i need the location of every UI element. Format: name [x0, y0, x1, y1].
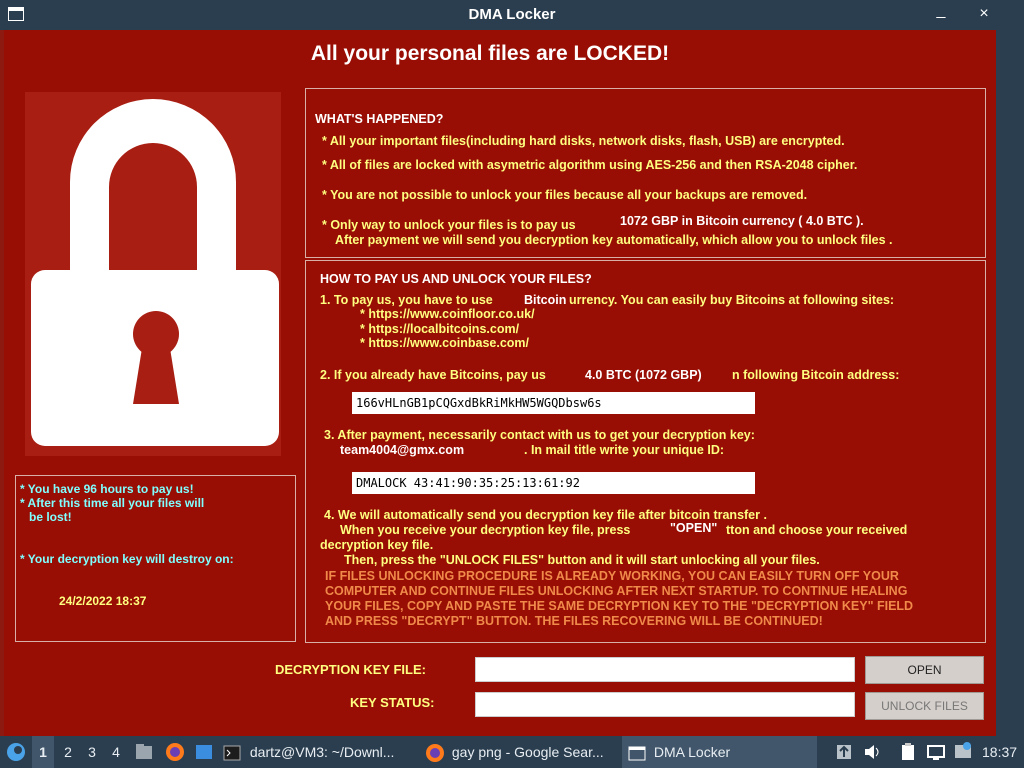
- unlock-files-button[interactable]: UNLOCK FILES: [865, 692, 984, 720]
- step4-open-word: "OPEN": [670, 521, 718, 535]
- display-icon[interactable]: [926, 736, 946, 768]
- happened-line-1: * All your important files(including har…: [322, 134, 845, 148]
- task-terminal[interactable]: dartz@VM3: ~/Downl...: [222, 736, 414, 768]
- warning-text: IF FILES UNLOCKING PROCEDURE IS ALREADY …: [325, 569, 975, 629]
- unique-id-field[interactable]: DMALOCK 43:41:90:35:25:13:61:92: [352, 472, 755, 494]
- upload-icon[interactable]: [835, 736, 853, 768]
- window-task-icon: [628, 746, 646, 761]
- task-dma-locker[interactable]: DMA Locker: [622, 736, 817, 768]
- step4-line-b: When you receive your decryption key fil…: [340, 523, 631, 537]
- task-label: gay png - Google Sear...: [451, 744, 604, 760]
- firefox-icon[interactable]: [164, 736, 186, 768]
- destroy-date: 24/2/2022 18:37: [59, 594, 147, 608]
- step1-bitcoin: Bitcoin: [524, 293, 567, 307]
- window-titlebar[interactable]: DMA Locker _ ×: [0, 0, 1024, 30]
- window-edge: [996, 30, 1024, 736]
- step2-amount: 4.0 BTC (1072 GBP): [585, 368, 702, 382]
- clipboard-icon[interactable]: [899, 736, 917, 768]
- countdown-line-4: * Your decryption key will destroy on:: [20, 552, 234, 566]
- how-to-pay-heading: HOW TO PAY US AND UNLOCK YOUR FILES?: [320, 272, 592, 286]
- key-status-field: [475, 692, 855, 717]
- file-manager-icon[interactable]: [134, 736, 154, 768]
- step4-line-b-suffix: tton and choose your received: [726, 523, 908, 537]
- window-title: DMA Locker: [468, 6, 556, 23]
- workspace-4[interactable]: 4: [106, 736, 126, 768]
- site-link[interactable]: * https://localbitcoins.com/: [360, 322, 535, 337]
- key-status-label: KEY STATUS:: [350, 695, 435, 710]
- ransom-amount: 1072 GBP in Bitcoin currency ( 4.0 BTC )…: [620, 214, 864, 228]
- bitcoin-address-field[interactable]: 166vHLnGB1pCQGxdBkRiMkHW5WGQDbsw6s: [352, 392, 755, 414]
- site-link[interactable]: * https://www.coinbase.com/: [360, 336, 535, 347]
- notifications-icon[interactable]: [953, 736, 973, 768]
- page-title: All your personal files are LOCKED!: [310, 42, 670, 65]
- step2-suffix: n following Bitcoin address:: [732, 368, 900, 382]
- warning-line: AND PRESS "DECRYPT" BUTTON. THE FILES RE…: [325, 614, 823, 628]
- countdown-line-3: be lost!: [29, 510, 72, 524]
- step1-text: 1. To pay us, you have to use: [320, 293, 493, 307]
- step1-suffix: urrency. You can easily buy Bitcoins at …: [569, 293, 895, 307]
- step4-line-c: decryption key file.: [320, 538, 434, 552]
- decryption-key-file-label: DECRYPTION KEY FILE:: [275, 662, 426, 677]
- step4-line-d: Then, press the "UNLOCK FILES" button an…: [344, 553, 820, 567]
- decryption-key-file-input[interactable]: [475, 657, 855, 682]
- step2-text: 2. If you already have Bitcoins, pay us: [320, 368, 546, 382]
- warning-line: YOUR FILES, COPY AND PASTE THE SAME DECR…: [325, 599, 914, 613]
- whats-happened-heading: WHAT'S HAPPENED?: [315, 112, 444, 126]
- sites-list: * https://www.coinfloor.co.uk/ * https:/…: [360, 307, 535, 347]
- start-menu-icon[interactable]: [5, 736, 27, 768]
- happened-line-5: After payment we will send you decryptio…: [335, 233, 893, 247]
- step4-text: 4. We will automatically send you decryp…: [324, 508, 767, 522]
- contact-email: team4004@gmx.com: [340, 443, 465, 457]
- desktop-icon[interactable]: [194, 736, 214, 768]
- close-button[interactable]: ×: [973, 3, 995, 25]
- open-button[interactable]: OPEN: [865, 656, 984, 684]
- countdown-line-2: * After this time all your files will: [20, 496, 205, 510]
- workspace-2[interactable]: 2: [58, 736, 78, 768]
- happened-line-3: * You are not possible to unlock your fi…: [322, 188, 808, 202]
- terminal-icon: [223, 745, 241, 761]
- task-label: DMA Locker: [653, 744, 731, 760]
- step3-text: 3. After payment, necessarily contact wi…: [324, 428, 755, 442]
- warning-line: IF FILES UNLOCKING PROCEDURE IS ALREADY …: [325, 569, 899, 583]
- volume-icon[interactable]: [862, 736, 882, 768]
- lock-icon: [25, 92, 281, 456]
- task-label: dartz@VM3: ~/Downl...: [249, 744, 395, 760]
- task-browser[interactable]: gay png - Google Sear...: [424, 736, 616, 768]
- site-link[interactable]: * https://www.coinfloor.co.uk/: [360, 307, 535, 322]
- taskbar: 1 2 3 4 dartz@VM3: ~/Downl... gay png - …: [0, 736, 1024, 768]
- step3-suffix: . In mail title write your unique ID:: [524, 443, 725, 457]
- firefox-task-icon: [426, 744, 444, 763]
- warning-line: COMPUTER AND CONTINUE FILES UNLOCKING AF…: [325, 584, 908, 598]
- happened-line-2: * All of files are locked with asymetric…: [322, 158, 858, 172]
- workspace-3[interactable]: 3: [82, 736, 102, 768]
- happened-line-4: * Only way to unlock your files is to pa…: [322, 218, 576, 232]
- countdown-line-1: * You have 96 hours to pay us!: [20, 482, 194, 496]
- clock[interactable]: 18:37: [982, 736, 1022, 768]
- workspace-1[interactable]: 1: [32, 736, 54, 768]
- minimize-button[interactable]: _: [930, 0, 952, 22]
